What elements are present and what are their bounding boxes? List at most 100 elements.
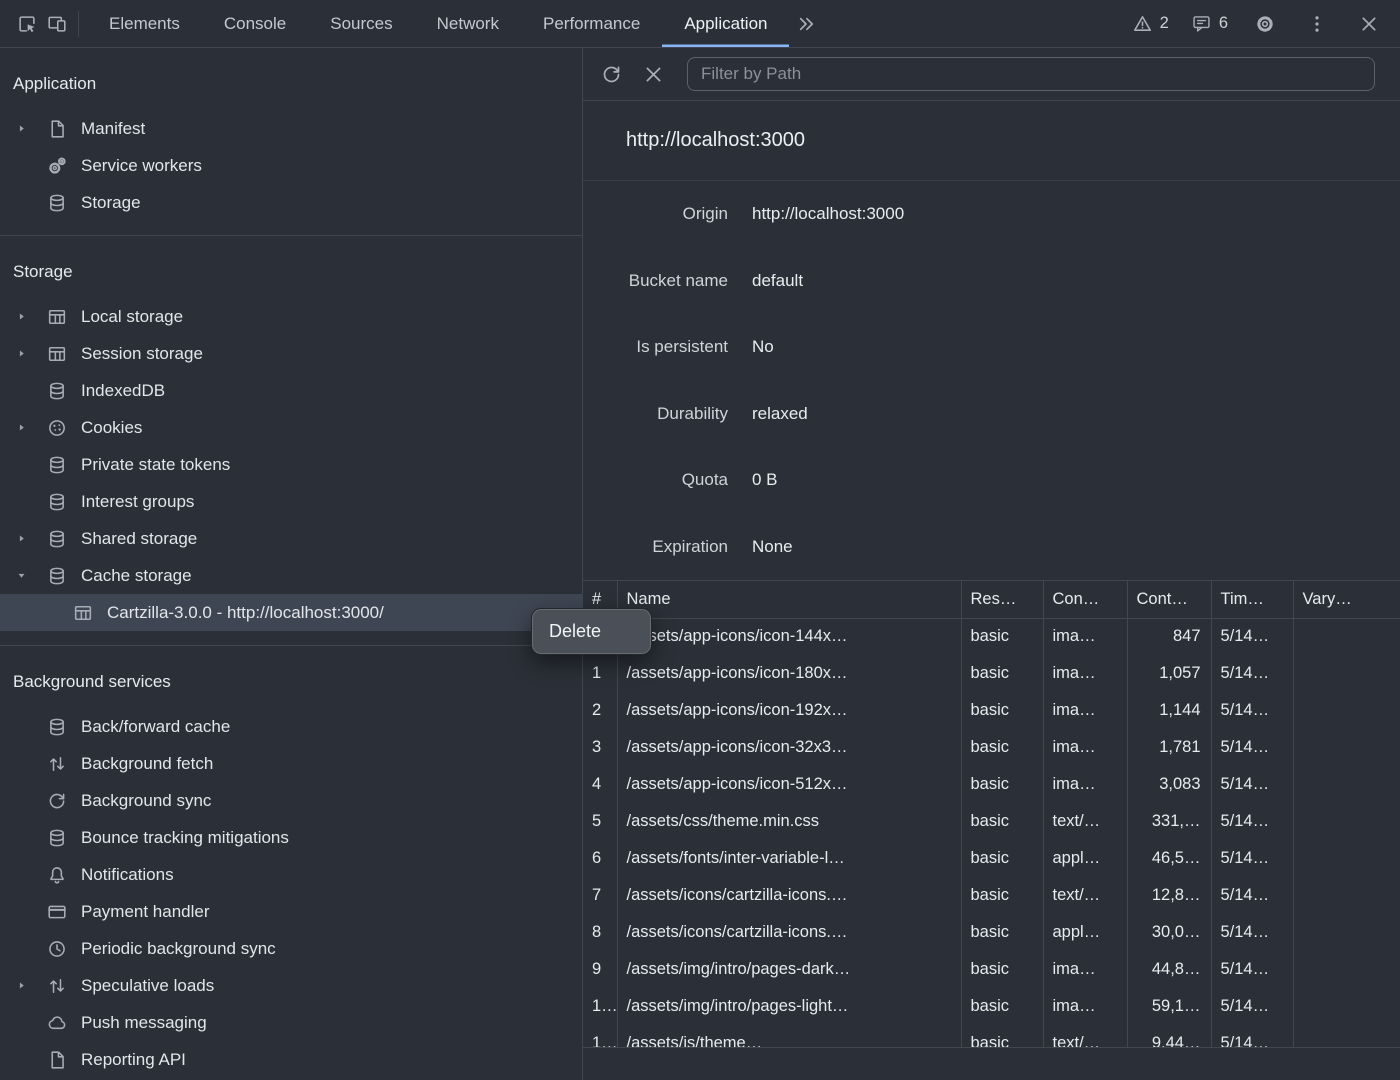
more-tabs-icon[interactable] <box>791 9 821 39</box>
table-row[interactable]: 8/assets/icons/cartzilla-icons.…basicapp… <box>583 914 1400 951</box>
table-cell: ima… <box>1043 729 1127 766</box>
tab-application[interactable]: Application <box>662 0 789 47</box>
inspect-element-icon[interactable] <box>12 9 42 39</box>
chevron-right-icon[interactable] <box>16 533 46 544</box>
table-cell: ima… <box>1043 766 1127 803</box>
database-icon <box>46 380 68 402</box>
sidebar-item-background-sync[interactable]: Background sync <box>0 782 582 819</box>
column-header-res[interactable]: Res… <box>961 581 1043 618</box>
tab-elements[interactable]: Elements <box>87 0 202 47</box>
sidebar-item-notifications[interactable]: Notifications <box>0 856 582 893</box>
column-header-cont[interactable]: Cont… <box>1127 581 1211 618</box>
table-icon <box>46 306 68 328</box>
context-menu-delete[interactable]: Delete <box>532 621 601 642</box>
cache-table: #NameRes…Con…Cont…Tim…Vary…0/assets/app-… <box>583 581 1400 1047</box>
table-cell: 5/14… <box>1211 692 1293 729</box>
table-row[interactable]: 6/assets/fonts/inter-variable-l…basicapp… <box>583 840 1400 877</box>
table-row[interactable]: 1…/assets/img/intro/pages-light…basicima… <box>583 988 1400 1025</box>
close-icon[interactable] <box>1354 9 1384 39</box>
sidebar-item-speculative-loads[interactable]: Speculative loads <box>0 967 582 1004</box>
sidebar-item-push-messaging[interactable]: Push messaging <box>0 1004 582 1041</box>
sidebar-item-service-workers[interactable]: Service workers <box>0 147 582 184</box>
table-cell: /assets/icons/cartzilla-icons.… <box>617 914 961 951</box>
sidebar-item-periodic-background-sync[interactable]: Periodic background sync <box>0 930 582 967</box>
table-row[interactable]: 1…/assets/js/theme…basictext/…9,44…5/14… <box>583 1025 1400 1047</box>
tab-performance[interactable]: Performance <box>521 0 662 47</box>
table-row[interactable]: 0/assets/app-icons/icon-144x…basicima…84… <box>583 618 1400 655</box>
sidebar-item-local-storage[interactable]: Local storage <box>0 298 582 335</box>
sidebar-item-bounce-tracking-mitigations[interactable]: Bounce tracking mitigations <box>0 819 582 856</box>
sidebar-item-cartzilla-3-0-0-http-localhost-3000[interactable]: Cartzilla-3.0.0 - http://localhost:3000/ <box>0 594 582 631</box>
database-icon <box>46 454 68 476</box>
table-cell: 1,144 <box>1127 692 1211 729</box>
table-cell: text/… <box>1043 1025 1127 1047</box>
sidebar-item-interest-groups[interactable]: Interest groups <box>0 483 582 520</box>
sidebar-item-payment-handler[interactable]: Payment handler <box>0 893 582 930</box>
column-header-vary[interactable]: Vary… <box>1293 581 1400 618</box>
issues-badge[interactable]: 6 <box>1191 13 1228 34</box>
table-row[interactable]: 4/assets/app-icons/icon-512x…basicima…3,… <box>583 766 1400 803</box>
sidebar-item-background-fetch[interactable]: Background fetch <box>0 745 582 782</box>
chevron-right-icon[interactable] <box>16 348 46 359</box>
chevron-right-icon[interactable] <box>16 123 46 134</box>
tab-network[interactable]: Network <box>415 0 521 47</box>
document-icon <box>46 118 68 140</box>
refresh-icon[interactable] <box>597 60 625 88</box>
column-header-name[interactable]: Name <box>617 581 961 618</box>
cache-table-wrap: #NameRes…Con…Cont…Tim…Vary…0/assets/app-… <box>583 580 1400 1047</box>
table-cell: basic <box>961 655 1043 692</box>
column-header-con[interactable]: Con… <box>1043 581 1127 618</box>
table-cell: ima… <box>1043 692 1127 729</box>
sidebar-item-session-storage[interactable]: Session storage <box>0 335 582 372</box>
sidebar-item-storage[interactable]: Storage <box>0 184 582 221</box>
table-cell: 4 <box>583 766 617 803</box>
clear-icon[interactable] <box>639 60 667 88</box>
section-title: Application <box>0 64 582 104</box>
filter-input[interactable] <box>687 57 1375 91</box>
warning-count: 2 <box>1160 14 1169 33</box>
sidebar-item-label: Background sync <box>81 791 211 811</box>
sidebar-section-background-services: Background servicesBack/forward cacheBac… <box>0 646 582 1080</box>
table-row[interactable]: 5/assets/css/theme.min.cssbasictext/…331… <box>583 803 1400 840</box>
table-cell: basic <box>961 618 1043 655</box>
metadata-label: Quota <box>583 470 728 490</box>
devtools-body: ApplicationManifestService workersStorag… <box>0 48 1400 1080</box>
sidebar-item-manifest[interactable]: Manifest <box>0 110 582 147</box>
sidebar-item-indexeddb[interactable]: IndexedDB <box>0 372 582 409</box>
metadata-row: Is persistentNo <box>583 314 1400 381</box>
sidebar-item-cache-storage[interactable]: Cache storage <box>0 557 582 594</box>
table-row[interactable]: 7/assets/icons/cartzilla-icons.…basictex… <box>583 877 1400 914</box>
sidebar-item-private-state-tokens[interactable]: Private state tokens <box>0 446 582 483</box>
kebab-menu-icon[interactable] <box>1302 9 1332 39</box>
sidebar-item-reporting-api[interactable]: Reporting API <box>0 1041 582 1078</box>
table-cell: 44,8… <box>1127 951 1211 988</box>
warnings-badge[interactable]: 2 <box>1132 13 1169 34</box>
settings-gear-icon[interactable] <box>1250 9 1280 39</box>
cookie-icon <box>46 417 68 439</box>
tab-sources[interactable]: Sources <box>308 0 414 47</box>
table-row[interactable]: 2/assets/app-icons/icon-192x…basicima…1,… <box>583 692 1400 729</box>
table-row[interactable]: 9/assets/img/intro/pages-dark…basicima…4… <box>583 951 1400 988</box>
tab-console[interactable]: Console <box>202 0 308 47</box>
column-header-tim[interactable]: Tim… <box>1211 581 1293 618</box>
sidebar-item-back-forward-cache[interactable]: Back/forward cache <box>0 708 582 745</box>
table-cell: 5/14… <box>1211 803 1293 840</box>
table-row[interactable]: 1/assets/app-icons/icon-180x…basicima…1,… <box>583 655 1400 692</box>
device-toolbar-icon[interactable] <box>42 9 72 39</box>
section-title: Storage <box>0 252 582 292</box>
database-icon <box>46 716 68 738</box>
chevron-right-icon[interactable] <box>16 311 46 322</box>
section-title: Background services <box>0 662 582 702</box>
table-cell: 5/14… <box>1211 766 1293 803</box>
chevron-right-icon[interactable] <box>16 980 46 991</box>
metadata-row: ExpirationNone <box>583 514 1400 581</box>
sidebar-item-cookies[interactable]: Cookies <box>0 409 582 446</box>
chevron-down-icon[interactable] <box>16 570 46 581</box>
chevron-right-icon[interactable] <box>16 422 46 433</box>
table-cell: 9 <box>583 951 617 988</box>
database-icon <box>46 528 68 550</box>
table-row[interactable]: 3/assets/app-icons/icon-32x3…basicima…1,… <box>583 729 1400 766</box>
table-cell <box>1293 988 1400 1025</box>
sidebar-item-shared-storage[interactable]: Shared storage <box>0 520 582 557</box>
sidebar-item-label: Periodic background sync <box>81 939 276 959</box>
